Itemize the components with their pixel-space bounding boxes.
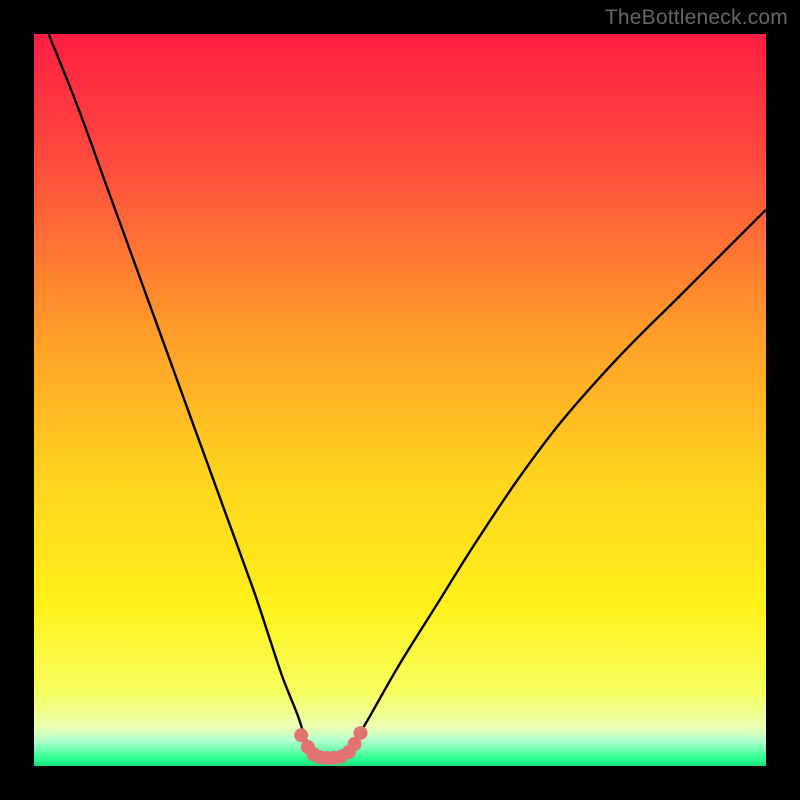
valley-marker <box>294 728 308 742</box>
curve-layer <box>34 34 766 766</box>
plot-area <box>34 34 766 766</box>
marker-group <box>294 726 367 765</box>
chart-frame: TheBottleneck.com <box>0 0 800 800</box>
bottleneck-curve <box>49 34 766 758</box>
watermark-text: TheBottleneck.com <box>605 6 788 30</box>
valley-marker <box>354 726 368 740</box>
